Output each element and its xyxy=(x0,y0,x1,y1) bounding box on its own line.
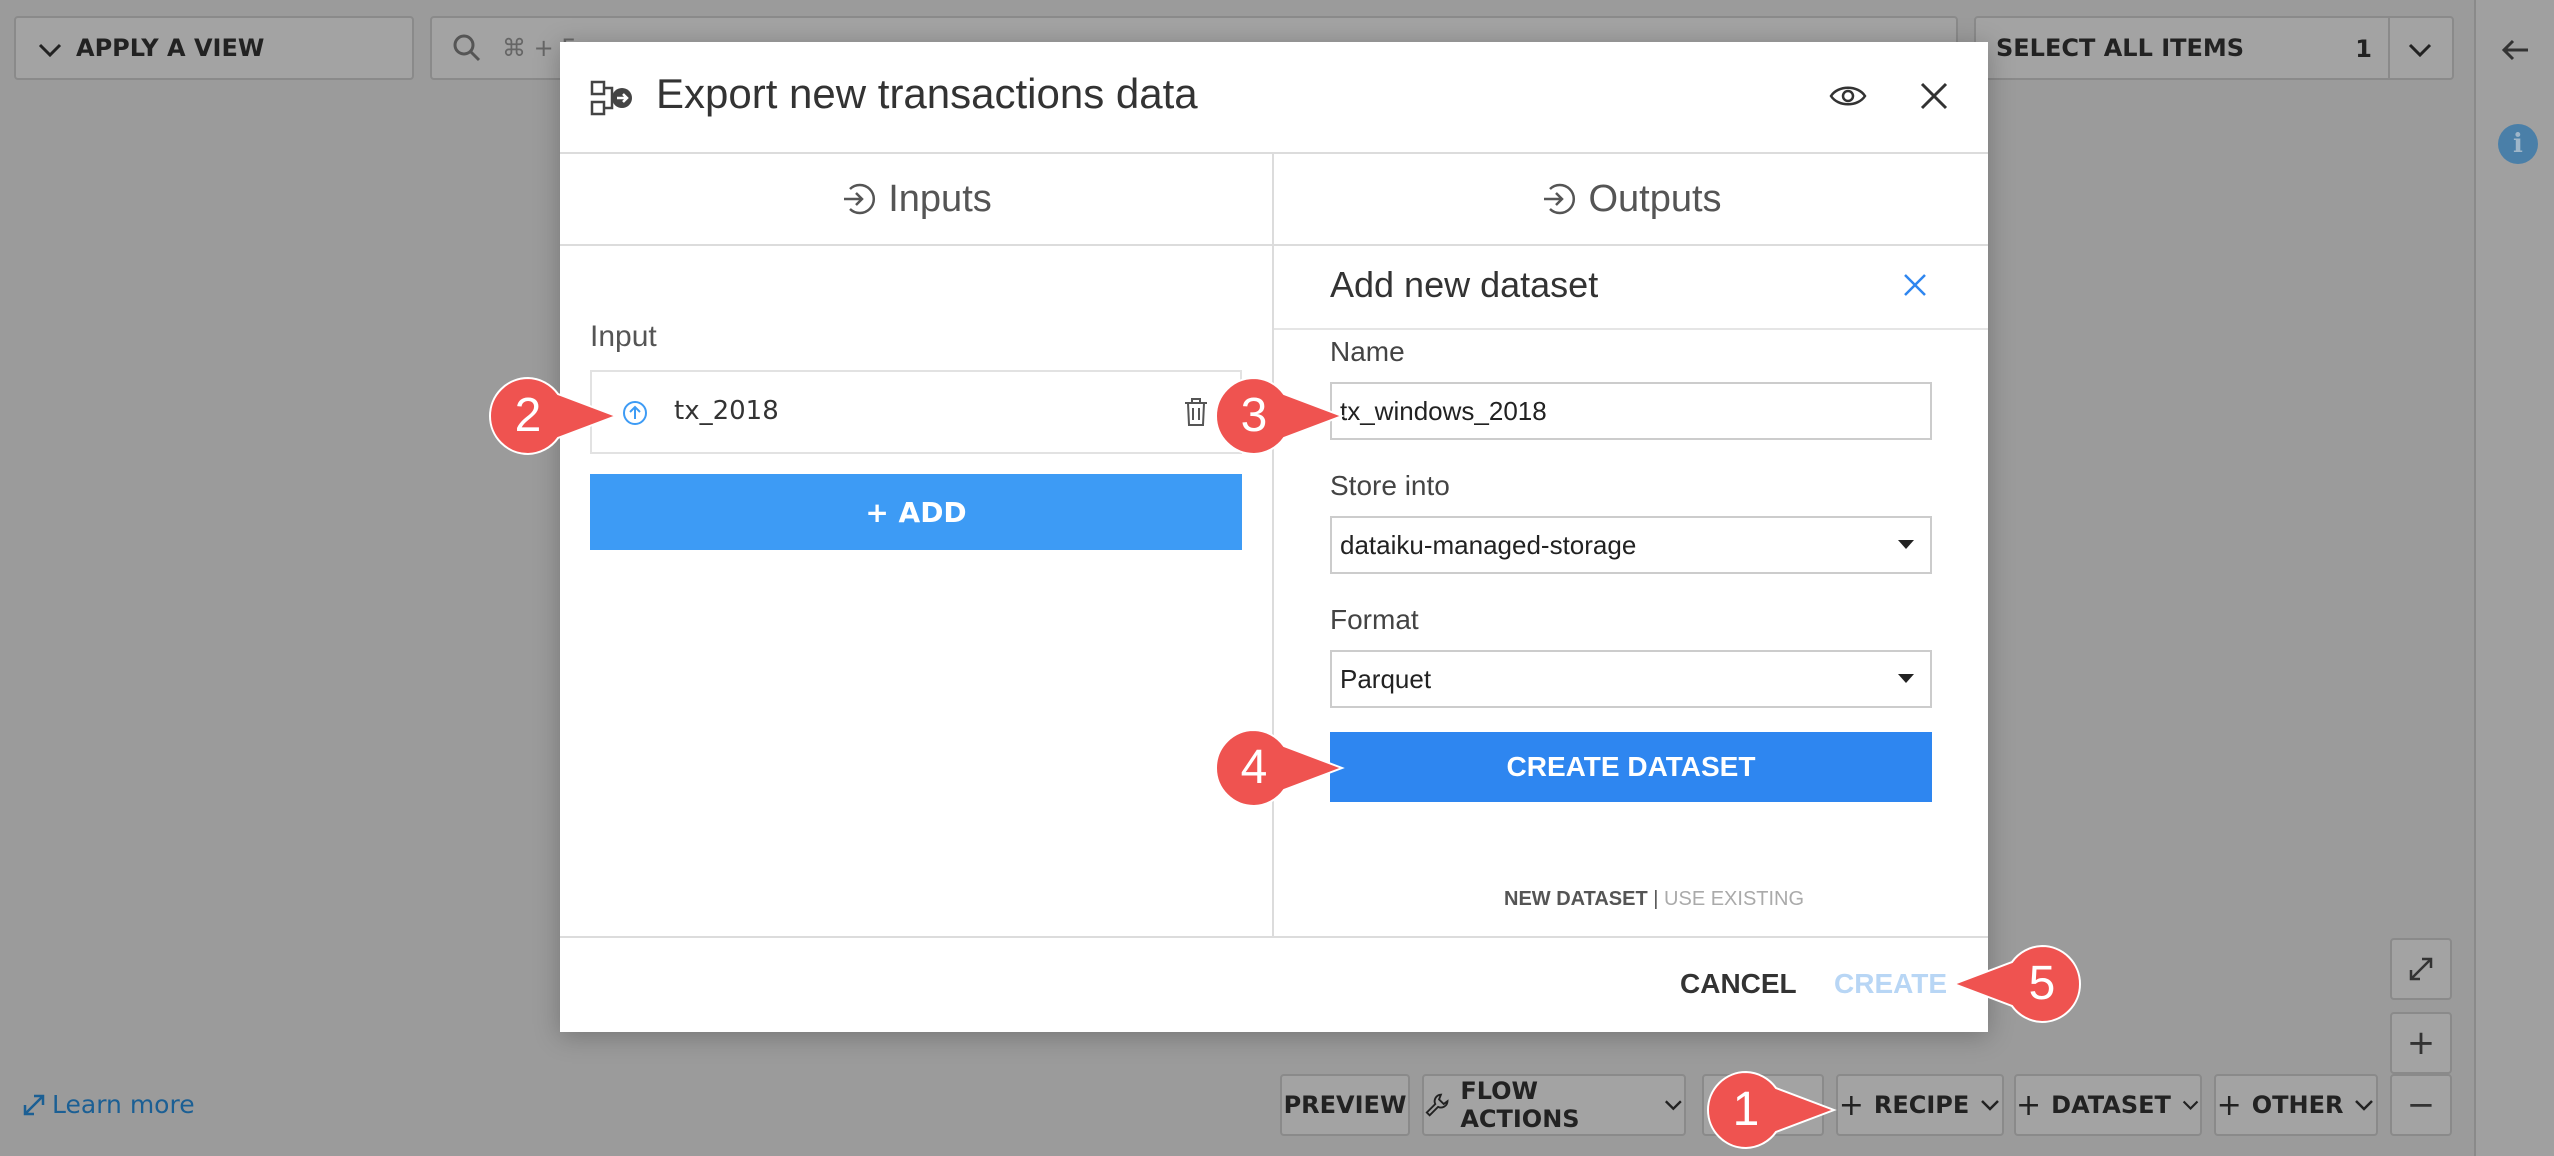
format-label: Format xyxy=(1330,604,1419,635)
eye-icon[interactable] xyxy=(1828,82,1868,110)
input-dataset-row[interactable]: tx_2018 xyxy=(590,370,1242,454)
dataset-name-input[interactable]: tx_windows_2018 xyxy=(1330,382,1932,440)
column-divider xyxy=(1272,154,1274,936)
other-label: OTHER xyxy=(2251,1091,2344,1119)
chevron-down-icon xyxy=(2355,1100,2374,1111)
modal-footer: CANCEL CREATE xyxy=(560,936,1988,1032)
modal-title: Export new transactions data xyxy=(656,70,1198,117)
export-recipe-icon xyxy=(590,80,632,116)
tab-outputs[interactable]: Outputs xyxy=(1274,154,1988,246)
callout-marker-4: 4 xyxy=(1214,728,1345,808)
chevron-down-icon xyxy=(1981,1100,2000,1111)
dataset-name-value: tx_windows_2018 xyxy=(1340,395,1547,426)
outputs-tab-label: Outputs xyxy=(1588,177,1722,220)
sign-in-icon xyxy=(1544,183,1576,215)
expand-icon xyxy=(2409,957,2433,981)
close-icon[interactable] xyxy=(1918,80,1950,112)
learn-more-label: Learn more xyxy=(52,1090,195,1119)
add-input-button[interactable]: + ADD xyxy=(590,474,1242,550)
create-dataset-button[interactable]: CREATE DATASET xyxy=(1330,732,1932,802)
dataset-label: DATASET xyxy=(2051,1091,2171,1119)
callout-marker-5: 5 xyxy=(1942,944,2082,1024)
new-dataset-link[interactable]: NEW DATASET xyxy=(1504,888,1648,910)
trash-icon[interactable] xyxy=(1182,396,1210,428)
callout-number: 5 xyxy=(2028,957,2056,1010)
apply-view-button[interactable]: APPLY A VIEW xyxy=(14,16,414,80)
store-into-value: dataiku-managed-storage xyxy=(1340,529,1637,560)
caret-down-icon xyxy=(1898,674,1914,683)
add-recipe-button[interactable]: + RECIPE xyxy=(1836,1074,2004,1136)
inputs-tab-label: Inputs xyxy=(888,177,992,220)
cancel-button[interactable]: CANCEL xyxy=(1680,968,1797,1000)
right-side-panel: i xyxy=(2474,0,2554,1156)
zoom-in-button[interactable]: + xyxy=(2390,1012,2452,1074)
learn-more-link[interactable]: Learn more xyxy=(22,1090,195,1119)
callout-number: 2 xyxy=(514,389,542,442)
format-select[interactable]: Parquet xyxy=(1330,650,1932,708)
apply-view-label: APPLY A VIEW xyxy=(76,34,265,62)
input-section-label: Input xyxy=(590,320,657,353)
fit-view-button[interactable] xyxy=(2390,938,2452,1000)
arrow-left-icon[interactable] xyxy=(2500,34,2532,66)
plus-icon: + xyxy=(2016,1087,2042,1123)
expand-icon xyxy=(23,1094,45,1115)
preview-button[interactable]: PREVIEW xyxy=(1280,1074,1410,1136)
preview-label: PREVIEW xyxy=(1283,1091,1407,1119)
callout-number: 3 xyxy=(1240,389,1268,442)
plus-icon: + xyxy=(2216,1087,2242,1123)
name-label: Name xyxy=(1330,336,1405,367)
minus-icon: − xyxy=(2406,1085,2436,1125)
search-icon xyxy=(453,34,481,62)
select-all-items-button[interactable]: SELECT ALL ITEMS 1 xyxy=(1974,16,2454,80)
export-recipe-modal: Export new transactions data Inputs Outp… xyxy=(560,42,1988,1032)
selected-count: 1 xyxy=(2355,35,2372,63)
create-button[interactable]: CREATE xyxy=(1834,968,1947,1000)
add-other-button[interactable]: + OTHER xyxy=(2214,1074,2378,1136)
recipe-label: RECIPE xyxy=(1873,1091,1970,1119)
zoom-out-button[interactable]: − xyxy=(2390,1074,2452,1136)
add-dataset-button[interactable]: + DATASET xyxy=(2014,1074,2202,1136)
chevron-down-icon[interactable] xyxy=(2406,36,2434,64)
divider xyxy=(1274,328,1988,330)
sign-in-icon xyxy=(844,183,876,215)
input-dataset-name: tx_2018 xyxy=(674,396,779,426)
select-all-label: SELECT ALL ITEMS xyxy=(1996,34,2245,62)
close-icon[interactable] xyxy=(1902,272,1928,298)
chevron-down-icon xyxy=(38,43,62,58)
wrench-icon xyxy=(1425,1093,1449,1117)
callout-marker-2: 2 xyxy=(488,376,619,456)
flow-actions-label: FLOW ACTIONS xyxy=(1460,1077,1580,1133)
flow-actions-button[interactable]: FLOW ACTIONS xyxy=(1422,1074,1686,1136)
chevron-down-icon xyxy=(2182,1100,2199,1111)
add-dataset-title: Add new dataset xyxy=(1330,264,1599,305)
callout-number: 1 xyxy=(1732,1083,1760,1136)
store-into-label: Store into xyxy=(1330,470,1450,501)
tab-inputs[interactable]: Inputs xyxy=(560,154,1272,246)
callout-marker-3: 3 xyxy=(1214,376,1345,456)
info-icon[interactable]: i xyxy=(2498,124,2538,164)
store-into-select[interactable]: dataiku-managed-storage xyxy=(1330,516,1932,574)
dataset-mode-switch: NEW DATASET | USE EXISTING xyxy=(1504,888,1804,911)
chevron-down-icon xyxy=(1665,1100,1682,1111)
plus-icon: + xyxy=(2406,1023,2436,1063)
caret-down-icon xyxy=(1898,540,1914,549)
format-value: Parquet xyxy=(1340,663,1432,694)
use-existing-link[interactable]: USE EXISTING xyxy=(1664,888,1804,910)
modal-header: Export new transactions data xyxy=(560,42,1988,154)
callout-number: 4 xyxy=(1240,741,1268,794)
mode-separator: | xyxy=(1653,888,1659,910)
callout-marker-1: 1 xyxy=(1706,1070,1837,1150)
divider xyxy=(2388,18,2390,78)
